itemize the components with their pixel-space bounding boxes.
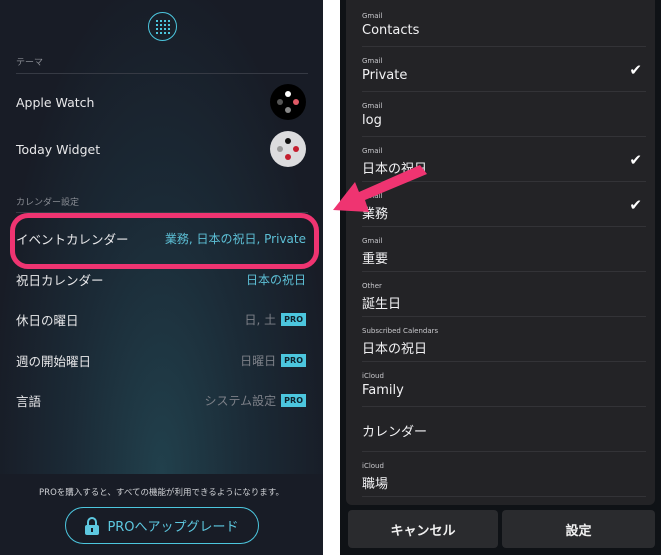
calendar-name: 誕生日 (362, 297, 402, 312)
light-theme-icon (270, 131, 306, 167)
setting-value: システム設定 (204, 394, 277, 408)
upgrade-button[interactable]: PROへアップグレード (65, 507, 259, 544)
calendar-list[interactable]: Gmail Contacts Gmail Private ✔ Gmail log Gmail 日… (346, 0, 655, 505)
calendar-item[interactable]: Subscribed Calendars 日本の祝日 (362, 317, 646, 362)
calendar-item[interactable]: Gmail Contacts (362, 2, 646, 47)
calendar-name: 日本の祝日 (362, 342, 428, 357)
calendar-source: Gmail (362, 102, 383, 110)
calendar-name: 職場 (362, 477, 389, 492)
calendar-name: カレンダー (362, 425, 428, 440)
checkmark-icon: ✔ (629, 196, 642, 214)
calendar-name: 重要 (362, 252, 389, 267)
pro-badge: PRO (281, 313, 306, 326)
calendar-name: Family (362, 383, 404, 398)
divider (16, 73, 308, 74)
calendar-item[interactable]: カレンダー (362, 407, 646, 452)
theme-header: テーマ (16, 58, 44, 68)
setting-row[interactable]: 週の開始曜日 日曜日 PRO (16, 351, 306, 370)
setting-value: 日本の祝日 (245, 272, 306, 287)
settings-panel: テーマ Apple Watch Today Widget カレンダー設定 イベン… (0, 0, 323, 555)
upgrade-label: PROへアップグレード (107, 520, 239, 535)
theme-label: Today Widget (16, 141, 101, 157)
theme-today-widget[interactable]: Today Widget (16, 131, 306, 167)
calendar-source: iCloud (362, 372, 384, 380)
calendar-picker: Gmail Contacts Gmail Private ✔ Gmail log Gmail 日… (340, 0, 661, 555)
setting-label: 休日の曜日 (16, 313, 79, 328)
calendar-item[interactable]: Gmail log (362, 92, 646, 137)
calendar-source: Gmail (362, 12, 383, 20)
calendar-name: Private (362, 68, 408, 83)
set-button[interactable]: 設定 (502, 510, 655, 548)
calendar-source: Subscribed Calendars (362, 327, 439, 335)
pro-badge: PRO (281, 394, 306, 407)
cancel-button[interactable]: キャンセル (348, 510, 498, 548)
setting-row[interactable]: 言語 システム設定 PRO (16, 391, 306, 410)
checkmark-icon: ✔ (629, 61, 642, 79)
pro-badge: PRO (281, 353, 306, 367)
calendar-settings-header: カレンダー設定 (16, 198, 80, 208)
calendar-item[interactable]: Gmail 重要 (362, 227, 646, 272)
dark-theme-icon (270, 84, 306, 120)
calendar-item[interactable]: Gmail Private ✔ (362, 47, 646, 92)
calendar-name: Contacts (362, 23, 420, 38)
promo-text: PROを購入すると、すべての機能が利用できるようになります。 (39, 488, 284, 498)
highlight-box (10, 213, 319, 269)
setting-row[interactable]: 休日の曜日 日, 土 PRO (16, 310, 306, 329)
setting-value: 日曜日 (240, 353, 277, 368)
calendar-source: Gmail (362, 237, 383, 245)
setting-label: 祝日カレンダー (16, 272, 104, 288)
setting-value: 日, 土 (244, 313, 277, 327)
calendar-source: iCloud (362, 462, 384, 470)
setting-label: 言語 (16, 394, 42, 409)
calendar-source: Gmail (362, 147, 383, 155)
calendar-item[interactable]: iCloud 職場 (362, 452, 646, 497)
calendar-item[interactable]: Other 誕生日 (362, 272, 646, 317)
calendar-grid-icon[interactable] (148, 12, 177, 41)
calendar-item[interactable]: iCloud Family (362, 362, 646, 407)
lock-icon (85, 516, 100, 535)
calendar-source: Gmail (362, 57, 383, 65)
setting-label: 週の開始曜日 (16, 353, 92, 369)
calendar-source: Other (362, 282, 382, 290)
calendar-name: log (362, 113, 382, 128)
checkmark-icon: ✔ (629, 151, 642, 169)
theme-label: Apple Watch (16, 94, 95, 110)
setting-row[interactable]: 祝日カレンダー 日本の祝日 (16, 270, 306, 289)
pointer-arrow-icon (333, 165, 427, 212)
theme-apple-watch[interactable]: Apple Watch (16, 84, 306, 120)
